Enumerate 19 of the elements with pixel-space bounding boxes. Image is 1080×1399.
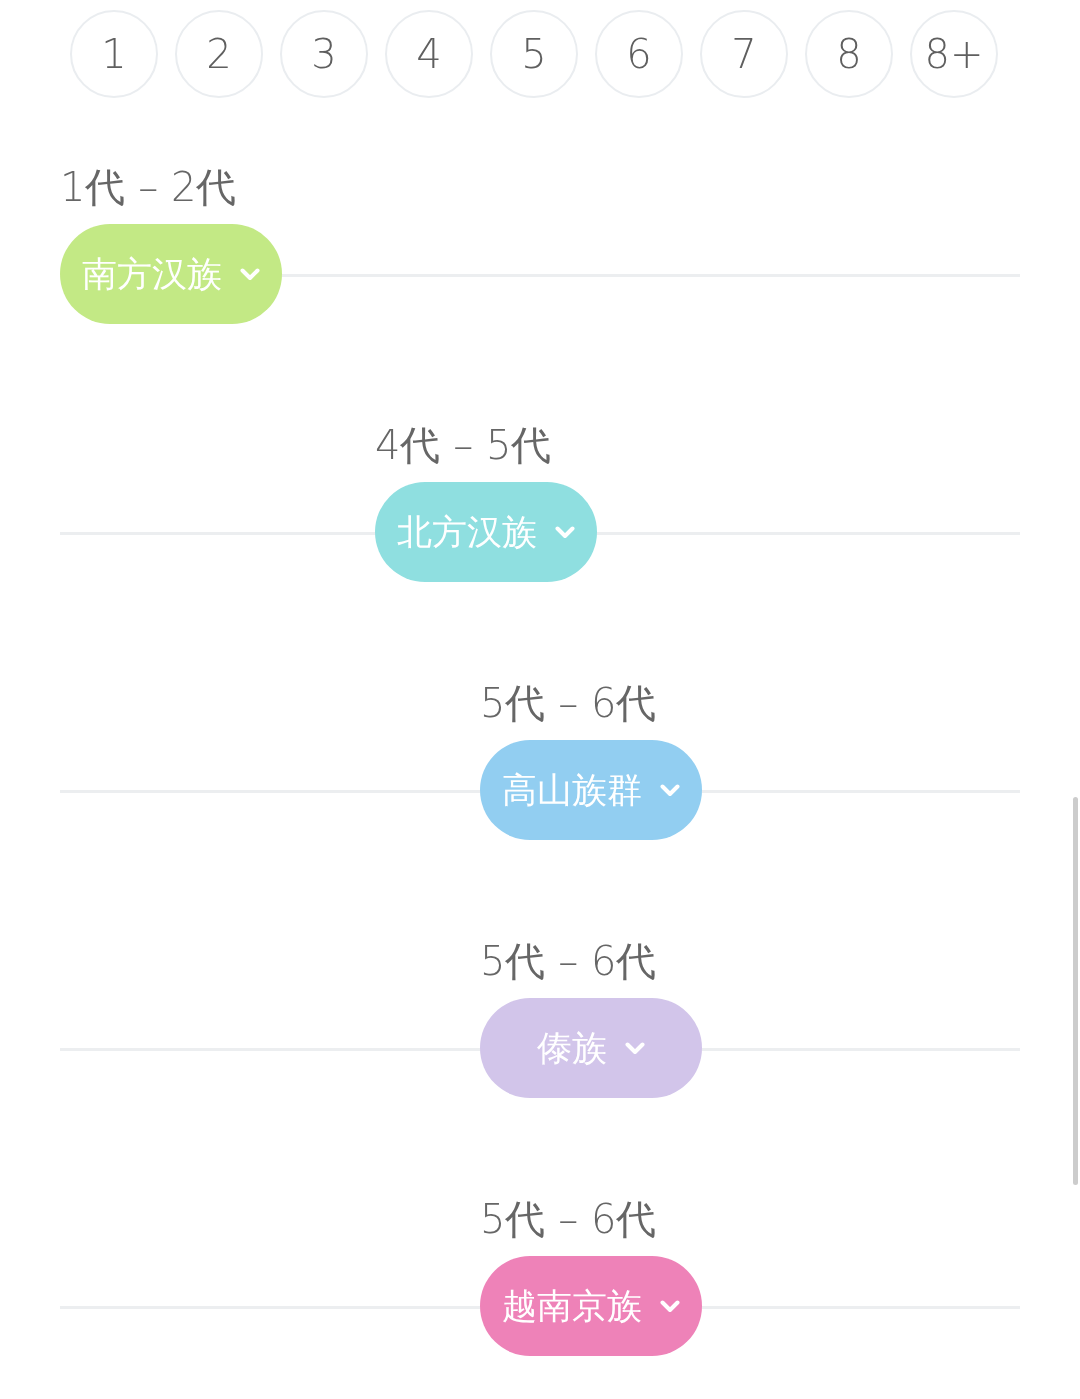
number-button[interactable]: 3	[280, 10, 368, 98]
chevron-down-icon	[555, 525, 575, 539]
chevron-down-icon	[660, 783, 680, 797]
number-button[interactable]: 5	[490, 10, 578, 98]
chevron-down-icon	[660, 1299, 680, 1313]
chevron-down-icon	[625, 1041, 645, 1055]
generation-range-label: 4代 – 5代	[375, 421, 552, 469]
number-button[interactable]: 2	[175, 10, 263, 98]
number-button[interactable]: 8+	[910, 10, 998, 98]
generation-range-label: 1代 – 2代	[60, 163, 237, 211]
number-button[interactable]: 1	[70, 10, 158, 98]
number-button[interactable]: 6	[595, 10, 683, 98]
generation-range-label: 5代 – 6代	[480, 1195, 657, 1243]
number-button[interactable]: 7	[700, 10, 788, 98]
number-button[interactable]: 4	[385, 10, 473, 98]
number-button[interactable]: 8	[805, 10, 893, 98]
chevron-down-icon	[240, 267, 260, 281]
generation-range-label: 5代 – 6代	[480, 679, 657, 727]
generation-range-label: 5代 – 6代	[480, 937, 657, 985]
